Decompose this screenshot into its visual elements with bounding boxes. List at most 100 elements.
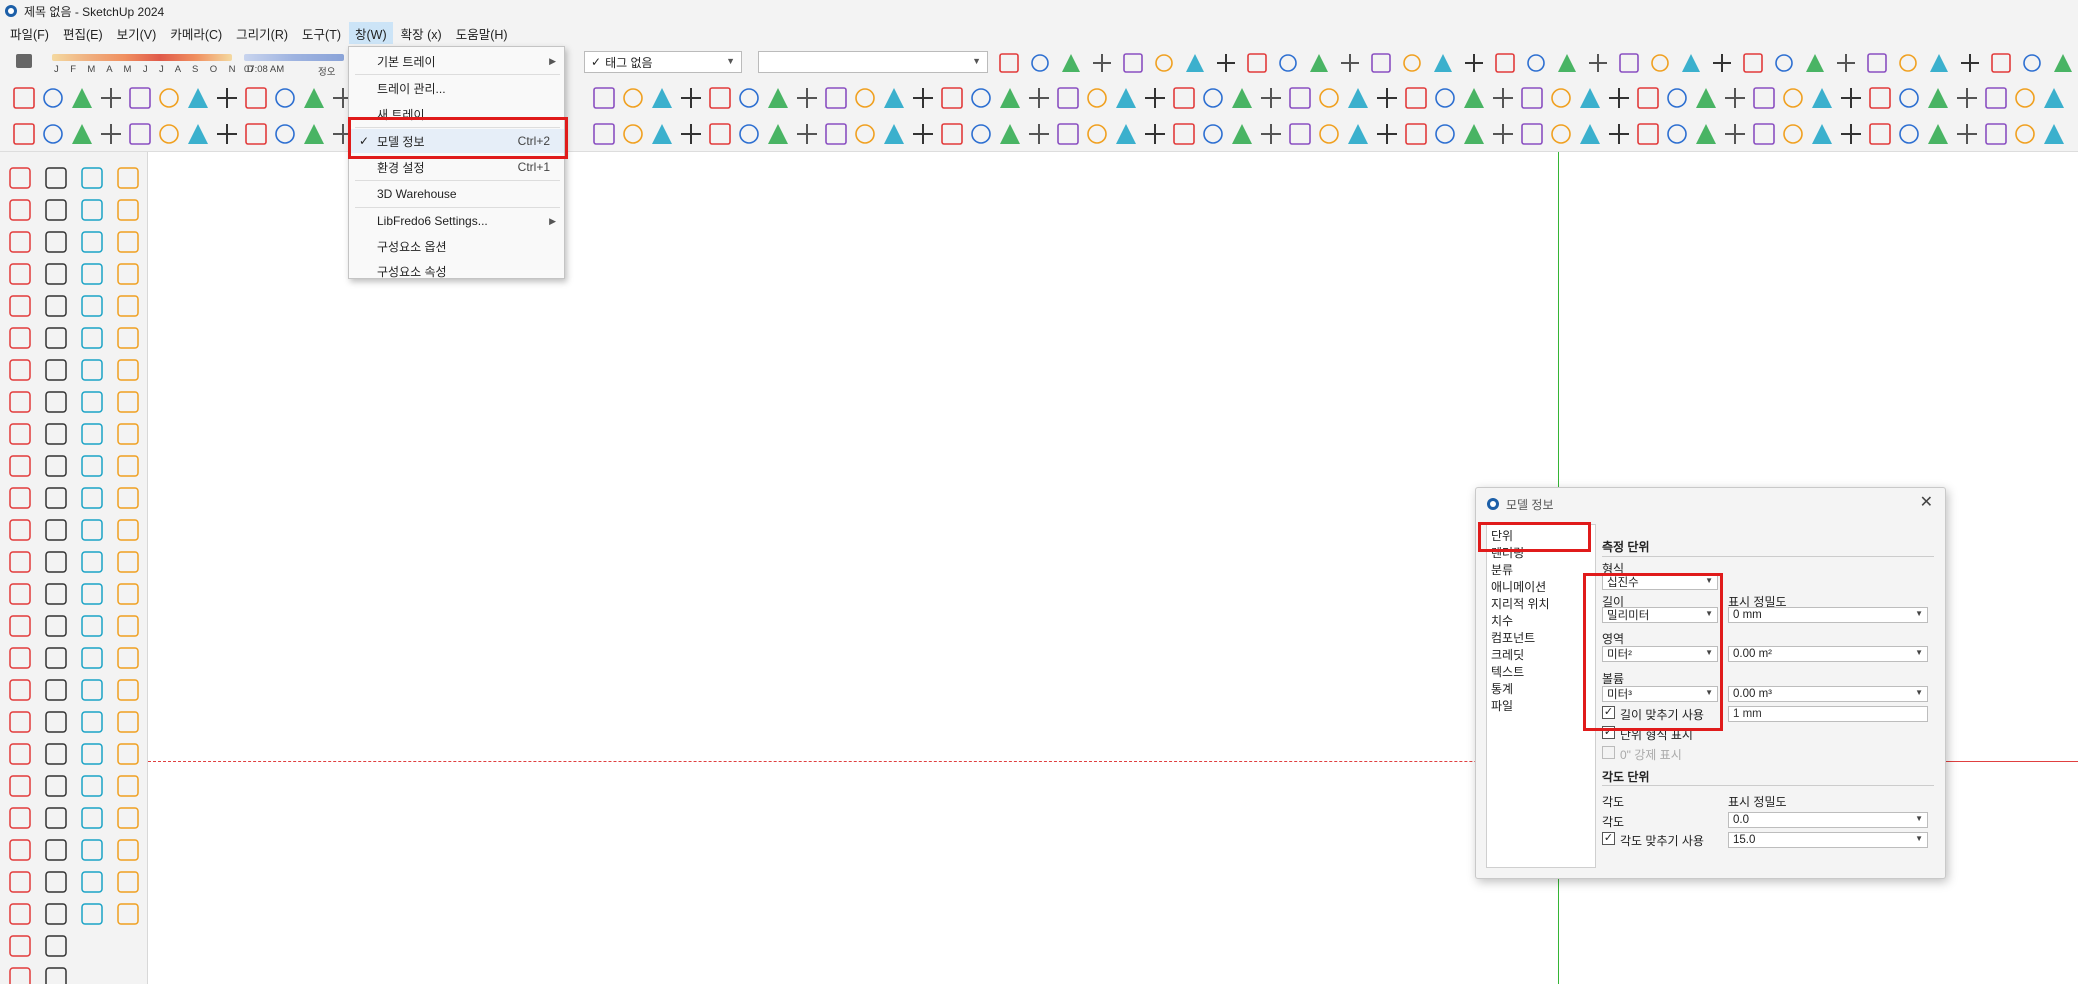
palette-tool-icon[interactable] (81, 199, 103, 221)
toolbar-tool-icon[interactable] (188, 88, 208, 108)
toolbar-tool-icon[interactable] (1667, 88, 1687, 108)
menu-tools[interactable]: 도구(T) (296, 22, 347, 45)
toolbar-tool-icon[interactable] (1725, 124, 1745, 144)
palette-tool-icon[interactable] (45, 807, 67, 829)
toolbar-tool-icon[interactable] (1667, 124, 1687, 144)
angle-precision-select[interactable]: 0.0 ▼ (1728, 812, 1928, 828)
palette-tool-icon[interactable] (81, 775, 103, 797)
angle-snap-checkbox[interactable]: ✓ (1602, 832, 1615, 845)
length-unit-select[interactable]: 밀리미터 ▼ (1602, 607, 1718, 623)
toolbar-tool-icon[interactable] (1310, 54, 1328, 72)
toolbar-tool-icon[interactable] (1957, 88, 1977, 108)
toolbar-tool-icon[interactable] (1812, 88, 1832, 108)
month-gradient-bar[interactable] (52, 54, 232, 61)
toolbar-tool-icon[interactable] (1551, 88, 1571, 108)
palette-tool-icon[interactable] (9, 231, 31, 253)
area-unit-select[interactable]: 미터² ▼ (1602, 646, 1718, 662)
palette-tool-icon[interactable] (9, 327, 31, 349)
toolbar-tool-icon[interactable] (1000, 88, 1020, 108)
palette-tool-icon[interactable] (45, 455, 67, 477)
toolbar-tool-icon[interactable] (797, 88, 817, 108)
length-snap-checkbox[interactable]: ✓ (1602, 706, 1615, 719)
toolbar-icons-row-3[interactable] (0, 116, 2078, 151)
toolbar-tool-icon[interactable] (1377, 124, 1397, 144)
toolbar-tool-icon[interactable] (681, 88, 701, 108)
toolbar-tool-icon[interactable] (1521, 123, 1543, 145)
toolbar-tool-icon[interactable] (1696, 88, 1716, 108)
toolbar-tool-icon[interactable] (1928, 124, 1948, 144)
palette-tool-icon[interactable] (117, 327, 139, 349)
toolbar-tool-icon[interactable] (1116, 88, 1136, 108)
palette-tool-icon[interactable] (45, 391, 67, 413)
toolbar-tool-icon[interactable] (1957, 124, 1977, 144)
palette-tool-icon[interactable] (9, 167, 31, 189)
length-snap-input[interactable]: 1 mm (1728, 706, 1928, 722)
menu-item-new-tray[interactable]: 새 트레이... (349, 102, 564, 126)
palette-tool-icon[interactable] (117, 615, 139, 637)
palette-tool-icon[interactable] (9, 423, 31, 445)
toolbar-tool-icon[interactable] (1289, 87, 1311, 109)
palette-tool-icon[interactable] (9, 839, 31, 861)
toolbar-tool-icon[interactable] (1837, 54, 1855, 72)
palette-tool-icon[interactable] (45, 647, 67, 669)
palette-tool-icon[interactable] (117, 807, 139, 829)
toolbar-tool-icon[interactable] (1203, 124, 1223, 144)
palette-tool-icon[interactable] (117, 423, 139, 445)
toolbar-tool-icon[interactable] (1783, 124, 1803, 144)
toolbar-tool-icon[interactable] (1403, 54, 1421, 72)
toolbar-tool-icon[interactable] (159, 88, 179, 108)
menu-item-preferences[interactable]: 환경 설정 Ctrl+1 (349, 155, 564, 179)
palette-tool-icon[interactable] (45, 487, 67, 509)
palette-tool-icon[interactable] (9, 487, 31, 509)
palette-tool-icon[interactable] (9, 455, 31, 477)
palette-tool-icon[interactable] (117, 551, 139, 573)
toolbar-tool-icon[interactable] (1961, 54, 1979, 72)
toolbar-tool-icon[interactable] (1928, 88, 1948, 108)
menu-extensions[interactable]: 확장 (x) (395, 22, 448, 45)
toolbar-tool-icon[interactable] (1031, 54, 1049, 72)
palette-tool-icon[interactable] (45, 935, 67, 957)
palette-tool-icon[interactable] (9, 871, 31, 893)
menu-draw[interactable]: 그리기(R) (230, 22, 294, 45)
toolbar-tool-icon[interactable] (1743, 53, 1763, 73)
toolbar-tool-icon[interactable] (1775, 54, 1793, 72)
toolbar-tool-icon[interactable] (1232, 88, 1252, 108)
toolbar-tool-icon[interactable] (1155, 54, 1173, 72)
toolbar-tool-icon[interactable] (1029, 124, 1049, 144)
toolbar-tool-icon[interactable] (245, 123, 267, 145)
palette-tool-icon[interactable] (81, 327, 103, 349)
toolbar-tool-icon[interactable] (855, 88, 875, 108)
toolbar-tool-icon[interactable] (1247, 53, 1267, 73)
toolbar-tool-icon[interactable] (2015, 124, 2035, 144)
palette-tool-icon[interactable] (45, 839, 67, 861)
toolbar-tool-icon[interactable] (825, 123, 847, 145)
toolbar-tool-icon[interactable] (1279, 54, 1297, 72)
toolbar-tool-icon[interactable] (855, 124, 875, 144)
palette-tool-icon[interactable] (81, 423, 103, 445)
palette-tool-icon[interactable] (117, 679, 139, 701)
format-select[interactable]: 십진수 ▼ (1602, 574, 1718, 590)
toolbar-tool-icon[interactable] (1841, 88, 1861, 108)
toolbar-tool-icon[interactable] (1713, 54, 1731, 72)
toolbar-tool-icon[interactable] (652, 88, 672, 108)
volume-unit-select[interactable]: 미터³ ▼ (1602, 686, 1718, 702)
palette-tool-icon[interactable] (81, 871, 103, 893)
palette-tool-icon[interactable] (81, 551, 103, 573)
toolbar-tool-icon[interactable] (1145, 124, 1165, 144)
toolbar-tool-icon[interactable] (304, 124, 324, 144)
menu-window[interactable]: 창(W) (349, 21, 393, 45)
toolbar-tool-icon[interactable] (1637, 123, 1659, 145)
toolbar-tool-icon[interactable] (2015, 88, 2035, 108)
palette-tool-icon[interactable] (117, 167, 139, 189)
palette-tool-icon[interactable] (81, 807, 103, 829)
toolbar-tool-icon[interactable] (1682, 54, 1700, 72)
toolbar-tool-icon[interactable] (1521, 87, 1543, 109)
toolbar-tool-icon[interactable] (1173, 123, 1195, 145)
nav-item-rendering[interactable]: 렌더링 (1491, 545, 1524, 561)
palette-tool-icon[interactable] (117, 231, 139, 253)
angle-snap-select[interactable]: 15.0 ▼ (1728, 832, 1928, 848)
nav-item-dimensions[interactable]: 치수 (1491, 613, 1513, 629)
palette-tool-icon[interactable] (45, 743, 67, 765)
palette-tool-icon[interactable] (9, 263, 31, 285)
menu-item-manage-trays[interactable]: 트레이 관리... (349, 76, 564, 100)
